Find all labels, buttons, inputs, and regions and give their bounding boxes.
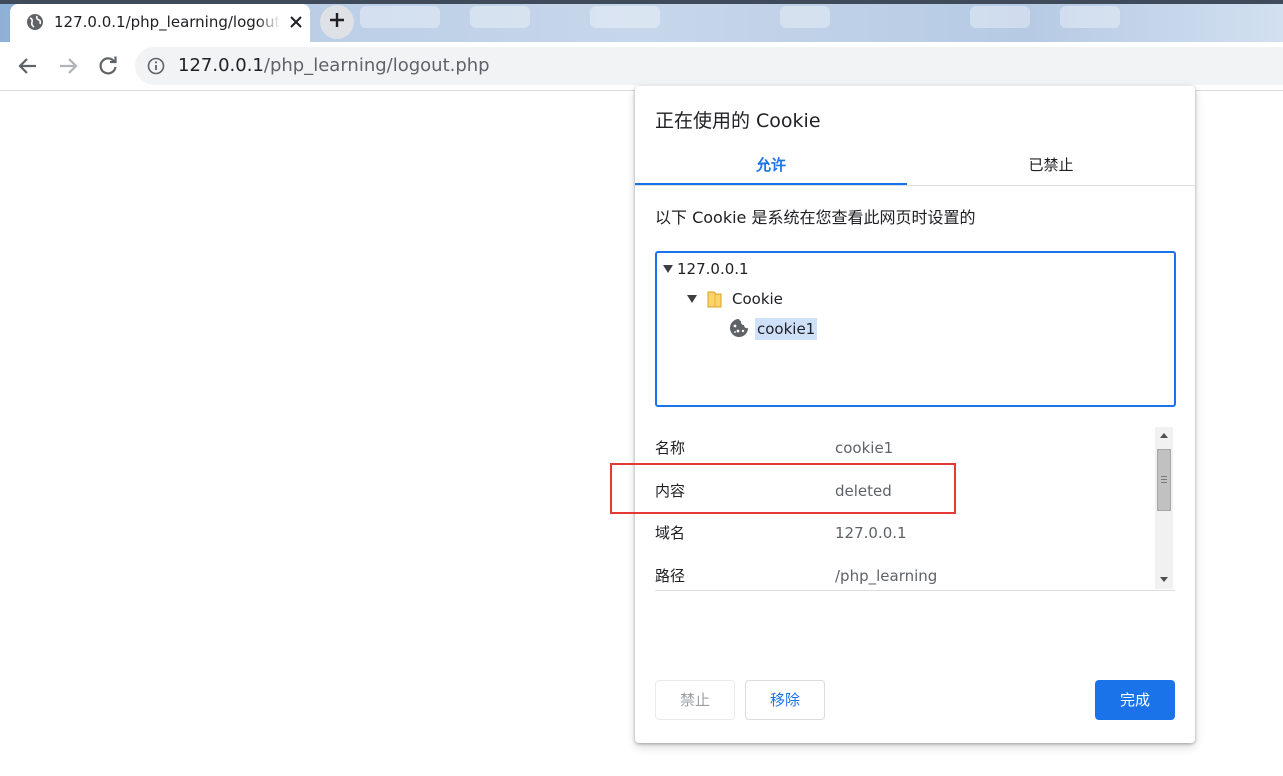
expand-triangle-icon[interactable] xyxy=(663,265,673,273)
highlight-box xyxy=(610,463,956,514)
scroll-down-arrow-icon[interactable] xyxy=(1160,577,1168,582)
folder-icon xyxy=(706,289,724,313)
background-decoration xyxy=(360,6,440,28)
block-button[interactable]: 禁止 xyxy=(655,680,735,720)
cookie-icon xyxy=(729,318,749,342)
detail-value: 127.0.0.1 xyxy=(835,524,907,542)
plus-icon xyxy=(328,11,346,33)
tab-allowed[interactable]: 允许 xyxy=(635,148,907,185)
tree-node-folder[interactable]: Cookie xyxy=(732,288,783,310)
detail-value: /php_learning xyxy=(835,567,938,585)
detail-row: 路径 /php_learning xyxy=(655,564,1155,588)
background-decoration xyxy=(470,6,530,28)
done-button[interactable]: 完成 xyxy=(1095,680,1175,720)
grip-line xyxy=(1161,482,1167,483)
background-decoration xyxy=(1060,6,1120,28)
globe-icon xyxy=(26,13,44,31)
dialog-tabs: 允许 已禁止 xyxy=(635,148,1195,186)
background-decoration xyxy=(590,6,660,28)
close-icon[interactable] xyxy=(286,12,306,32)
cookie-tree[interactable]: 127.0.0.1 Cookie cookie1 xyxy=(655,251,1176,407)
dialog-title: 正在使用的 Cookie xyxy=(655,110,821,132)
tab-title: 127.0.0.1/php_learning/logout.php xyxy=(54,13,280,31)
back-arrow-icon[interactable] xyxy=(16,54,40,78)
browser-tab[interactable]: 127.0.0.1/php_learning/logout.php xyxy=(10,4,310,42)
grip-line xyxy=(1161,479,1167,480)
detail-key: 域名 xyxy=(655,524,686,542)
info-icon[interactable] xyxy=(147,57,165,75)
tree-node-site[interactable]: 127.0.0.1 xyxy=(677,258,749,280)
expand-triangle-icon[interactable] xyxy=(687,295,697,303)
background-decoration xyxy=(970,6,1030,28)
detail-row: 域名 127.0.0.1 xyxy=(655,521,1155,545)
detail-value: cookie1 xyxy=(835,439,894,457)
scroll-up-arrow-icon[interactable] xyxy=(1160,433,1168,438)
remove-button[interactable]: 移除 xyxy=(745,680,825,720)
details-scrollbar[interactable] xyxy=(1155,427,1173,589)
forward-arrow-icon[interactable] xyxy=(56,54,80,78)
reload-icon[interactable] xyxy=(96,54,120,78)
detail-key: 路径 xyxy=(655,567,686,585)
scrollbar-thumb[interactable] xyxy=(1157,449,1171,511)
url-host: 127.0.0.1 xyxy=(178,55,264,76)
tab-strip: 127.0.0.1/php_learning/logout.php xyxy=(0,0,1283,42)
url-text: 127.0.0.1/php_learning/logout.php xyxy=(178,54,490,78)
detail-row: 名称 cookie1 xyxy=(655,436,1155,460)
tab-blocked[interactable]: 已禁止 xyxy=(915,148,1187,185)
url-path: /php_learning/logout.php xyxy=(263,55,490,76)
new-tab-button[interactable] xyxy=(320,5,354,39)
browser-toolbar: 127.0.0.1/php_learning/logout.php xyxy=(0,42,1283,91)
detail-key: 名称 xyxy=(655,439,686,457)
grip-line xyxy=(1161,476,1167,477)
tree-node-cookie[interactable]: cookie1 xyxy=(755,318,818,340)
address-bar[interactable]: 127.0.0.1/php_learning/logout.php xyxy=(135,47,1283,85)
background-decoration xyxy=(780,6,830,28)
cookies-dialog: 正在使用的 Cookie 允许 已禁止 以下 Cookie 是系统在您查看此网页… xyxy=(635,86,1195,743)
dialog-description: 以下 Cookie 是系统在您查看此网页时设置的 xyxy=(655,208,976,227)
